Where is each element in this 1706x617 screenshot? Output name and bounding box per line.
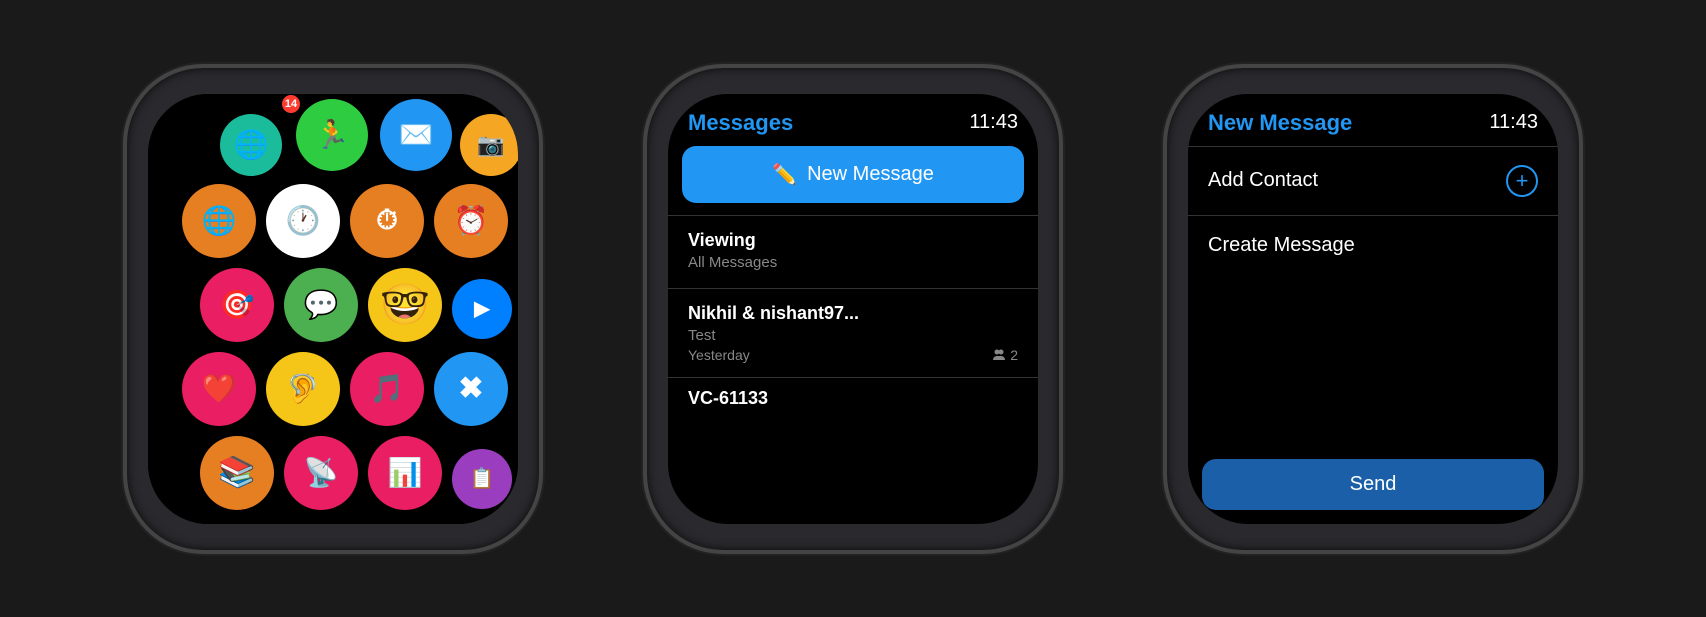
convo2-text: VC-61133 [688,388,768,408]
watch-screen-1: 🌐 🏃 14 ✉️ 📷 🌐 🕐 [148,94,518,524]
viewing-sub: All Messages [688,254,1018,271]
create-message-row[interactable]: Create Message [1188,215,1558,275]
convo1-time: Yesterday [688,347,750,363]
app-grid: 🌐 🏃 14 ✉️ 📷 🌐 🕐 [148,94,518,524]
watch-1: 🌐 🏃 14 ✉️ 📷 🌐 🕐 [93,29,573,589]
messages-list-screen: Messages 11:43 ✏️ New Message Viewing Al… [668,94,1038,524]
new-message-label: New Message [807,163,934,186]
add-contact-row[interactable]: Add Contact + [1188,146,1558,215]
watch-2: Messages 11:43 ✏️ New Message Viewing Al… [613,29,1093,589]
create-message-label: Create Message [1208,234,1355,256]
viewing-label: Viewing [688,230,1018,251]
participant-number: 2 [1010,347,1018,363]
convo1-meta: Yesterday 2 [688,347,1018,363]
new-message-header: New Message 11:43 [1188,94,1558,146]
messages-title: Messages [688,110,793,136]
add-contact-label: Add Contact [1208,169,1318,192]
plus-icon: + [1516,168,1529,194]
spacer [1188,275,1558,459]
new-message-button[interactable]: ✏️ New Message [682,146,1024,203]
viewing-item[interactable]: Viewing All Messages [668,215,1038,288]
new-message-screen-title: New Message [1208,110,1352,136]
watch-body-2: Messages 11:43 ✏️ New Message Viewing Al… [643,64,1063,554]
new-message-screen: New Message 11:43 Add Contact + Create M… [1188,94,1558,524]
add-contact-icon[interactable]: + [1506,165,1538,197]
watch-body-3: New Message 11:43 Add Contact + Create M… [1163,64,1583,554]
new-message-screen-time: 11:43 [1489,111,1538,134]
watch-body-1: 🌐 🏃 14 ✉️ 📷 🌐 🕐 [123,64,543,554]
watch-screen-3: New Message 11:43 Add Contact + Create M… [1188,94,1558,524]
convo2-partial[interactable]: VC-61133 [668,377,1038,419]
convo1-sender: Nikhil & nishant97... [688,303,1018,324]
convo-nikhil[interactable]: Nikhil & nishant97... Test Yesterday 2 [668,288,1038,377]
watch-screen-2: Messages 11:43 ✏️ New Message Viewing Al… [668,94,1038,524]
activity-badge: 14 [282,95,300,113]
compose-icon: ✏️ [772,162,797,187]
participant-count: 2 [992,347,1018,363]
send-label: Send [1350,473,1397,496]
convo1-preview: Test [688,327,1018,344]
watch-3: New Message 11:43 Add Contact + Create M… [1133,29,1613,589]
messages-time: 11:43 [969,111,1018,134]
send-button[interactable]: Send [1202,459,1544,510]
messages-header: Messages 11:43 [668,94,1038,146]
